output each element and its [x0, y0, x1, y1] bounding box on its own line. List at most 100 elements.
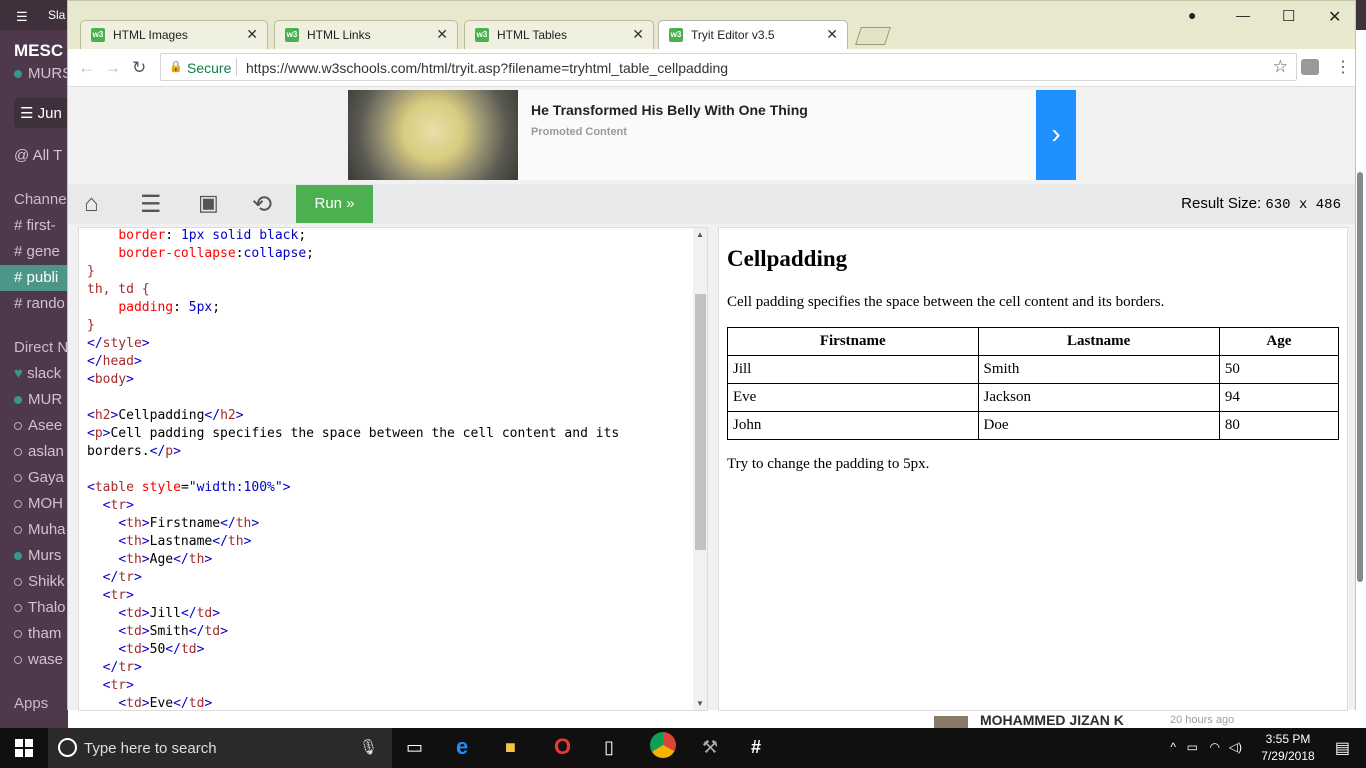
- hamburger-menu-icon[interactable]: ☰: [140, 190, 162, 219]
- bookmark-star-icon[interactable]: ☆: [1273, 57, 1288, 77]
- channel-item[interactable]: # first-: [14, 217, 56, 234]
- extension-icon[interactable]: [1301, 59, 1319, 75]
- close-icon[interactable]: ✕: [436, 26, 448, 43]
- result-table: Firstname Lastname Age Jill Smith 50 Eve…: [727, 327, 1340, 440]
- dm-item[interactable]: Asee: [14, 417, 62, 434]
- run-button[interactable]: Run »: [296, 185, 373, 223]
- navigation-bar: ← → ↻ 🔒 Secure https://www.w3schools.com…: [68, 49, 1355, 87]
- dm-item[interactable]: Shikk: [14, 573, 65, 590]
- avatar: [934, 716, 968, 728]
- channel-item-active[interactable]: # publi: [0, 265, 68, 291]
- table-cell: Jackson: [977, 383, 1220, 412]
- close-icon[interactable]: ✕: [632, 26, 644, 43]
- clock[interactable]: 3:55 PM 7/29/2018: [1258, 731, 1318, 765]
- table-row: John Doe 80: [727, 411, 1340, 440]
- apps-header[interactable]: Apps: [14, 695, 48, 712]
- menu-icon[interactable]: ☰: [16, 9, 28, 25]
- tab-strip: w3 HTML Images ✕ w3 HTML Links ✕ w3 HTML…: [68, 1, 1355, 50]
- taskbar-search[interactable]: Type here to search 🎙: [48, 728, 392, 768]
- message-author[interactable]: MOHAMMED JIZAN K: [980, 712, 1124, 728]
- table-cell: 94: [1218, 383, 1340, 412]
- dm-item[interactable]: MUR: [14, 391, 62, 408]
- dm-item[interactable]: Thalo: [14, 599, 66, 616]
- microphone-icon[interactable]: 🎙: [359, 738, 378, 756]
- notifications-icon[interactable]: ▤: [1335, 738, 1350, 758]
- result-note: Try to change the padding to 5px.: [727, 456, 930, 472]
- dm-item[interactable]: Muha: [14, 521, 66, 538]
- maximize-icon[interactable]: ☐: [1282, 7, 1295, 25]
- dm-item[interactable]: Gaya: [14, 469, 64, 486]
- ad-arrow-button[interactable]: ›: [1036, 90, 1076, 180]
- minimize-icon[interactable]: —: [1236, 7, 1250, 23]
- windows-start-icon[interactable]: [15, 739, 33, 757]
- save-icon[interactable]: ▣: [198, 190, 219, 216]
- close-icon[interactable]: ✕: [826, 26, 838, 43]
- channel-item[interactable]: # rando: [14, 295, 65, 312]
- jump-to-button[interactable]: ☰ Jun: [14, 98, 68, 128]
- dm-item[interactable]: ♥ slack: [14, 365, 61, 382]
- file-explorer-icon[interactable]: ■: [505, 737, 516, 758]
- tab-html-links[interactable]: w3 HTML Links ✕: [274, 20, 458, 49]
- scrollbar-thumb[interactable]: [695, 294, 706, 550]
- opera-icon[interactable]: O: [554, 734, 571, 760]
- wifi-icon[interactable]: ◠: [1210, 740, 1220, 754]
- chrome-menu-icon[interactable]: ⋮: [1335, 57, 1351, 77]
- back-icon[interactable]: ←: [78, 58, 95, 78]
- window-close-icon[interactable]: ✕: [1328, 7, 1341, 27]
- slack-scrollbar[interactable]: [1357, 172, 1363, 582]
- dm-item[interactable]: MOH: [14, 495, 63, 512]
- forward-icon[interactable]: →: [104, 58, 121, 78]
- dm-item[interactable]: Murs: [14, 547, 61, 564]
- current-user[interactable]: MURS: [14, 65, 68, 82]
- advertisement[interactable]: He Transformed His Belly With One Thing …: [348, 90, 1076, 180]
- new-tab-button[interactable]: [855, 27, 891, 45]
- table-header: Lastname: [977, 327, 1220, 356]
- w3schools-favicon: w3: [669, 28, 683, 42]
- battery-icon[interactable]: ▭: [1187, 740, 1198, 754]
- table-cell: Jill: [727, 355, 979, 384]
- table-cell: 80: [1218, 411, 1340, 440]
- ad-image[interactable]: [348, 90, 518, 180]
- ad-headline[interactable]: He Transformed His Belly With One Thing: [531, 102, 808, 118]
- dm-item[interactable]: tham: [14, 625, 61, 642]
- edge-icon[interactable]: e: [456, 734, 468, 760]
- w3schools-favicon: w3: [285, 28, 299, 42]
- tab-tryit-editor[interactable]: w3 Tryit Editor v3.5 ✕: [658, 20, 848, 50]
- workspace-name[interactable]: MESC: [14, 41, 63, 61]
- dm-header[interactable]: Direct N: [14, 339, 68, 356]
- tab-html-images[interactable]: w3 HTML Images ✕: [80, 20, 268, 49]
- home-icon[interactable]: ⌂: [84, 190, 99, 218]
- slack-sidebar: MESC MURS ☰ Jun @ All T Channe # first- …: [0, 30, 68, 728]
- tray-chevron-icon[interactable]: ^: [1170, 740, 1176, 754]
- clock-date: 7/29/2018: [1261, 749, 1315, 763]
- editor-scrollbar[interactable]: ▲ ▼: [693, 228, 707, 710]
- channel-item[interactable]: # gene: [14, 243, 60, 260]
- close-icon[interactable]: ✕: [246, 26, 258, 43]
- address-bar[interactable]: 🔒 Secure https://www.w3schools.com/html/…: [160, 53, 1297, 81]
- volume-icon[interactable]: ◁): [1229, 740, 1242, 754]
- chrome-icon[interactable]: [650, 732, 676, 758]
- tab-html-tables[interactable]: w3 HTML Tables ✕: [464, 20, 654, 49]
- all-threads[interactable]: @ All T: [14, 147, 62, 164]
- profile-icon[interactable]: ●: [1188, 7, 1196, 23]
- w3schools-favicon: w3: [91, 28, 105, 42]
- slack-icon[interactable]: #: [751, 737, 761, 758]
- url-text[interactable]: https://www.w3schools.com/html/tryit.asp…: [246, 60, 728, 76]
- rotate-icon[interactable]: ⟲: [252, 190, 272, 219]
- dm-item[interactable]: wase: [14, 651, 63, 668]
- table-row: Eve Jackson 94: [727, 383, 1340, 412]
- document-icon[interactable]: ▯: [604, 737, 614, 758]
- message-time: 20 hours ago: [1170, 714, 1235, 726]
- scroll-up-icon[interactable]: ▲: [696, 230, 704, 239]
- tools-icon[interactable]: ⚒: [702, 737, 718, 758]
- task-view-icon[interactable]: ▭: [406, 737, 423, 758]
- scroll-down-icon[interactable]: ▼: [696, 699, 704, 708]
- channels-header[interactable]: Channe: [14, 191, 67, 208]
- code-editor[interactable]: border: 1px solid black; border-collapse…: [78, 227, 708, 711]
- ad-promoted-label: Promoted Content: [531, 126, 627, 138]
- dm-item[interactable]: aslan: [14, 443, 64, 460]
- slack-title: Sla: [48, 8, 66, 22]
- table-row: Jill Smith 50: [727, 355, 1340, 384]
- clock-time: 3:55 PM: [1265, 732, 1311, 746]
- reload-icon[interactable]: ↻: [132, 58, 146, 78]
